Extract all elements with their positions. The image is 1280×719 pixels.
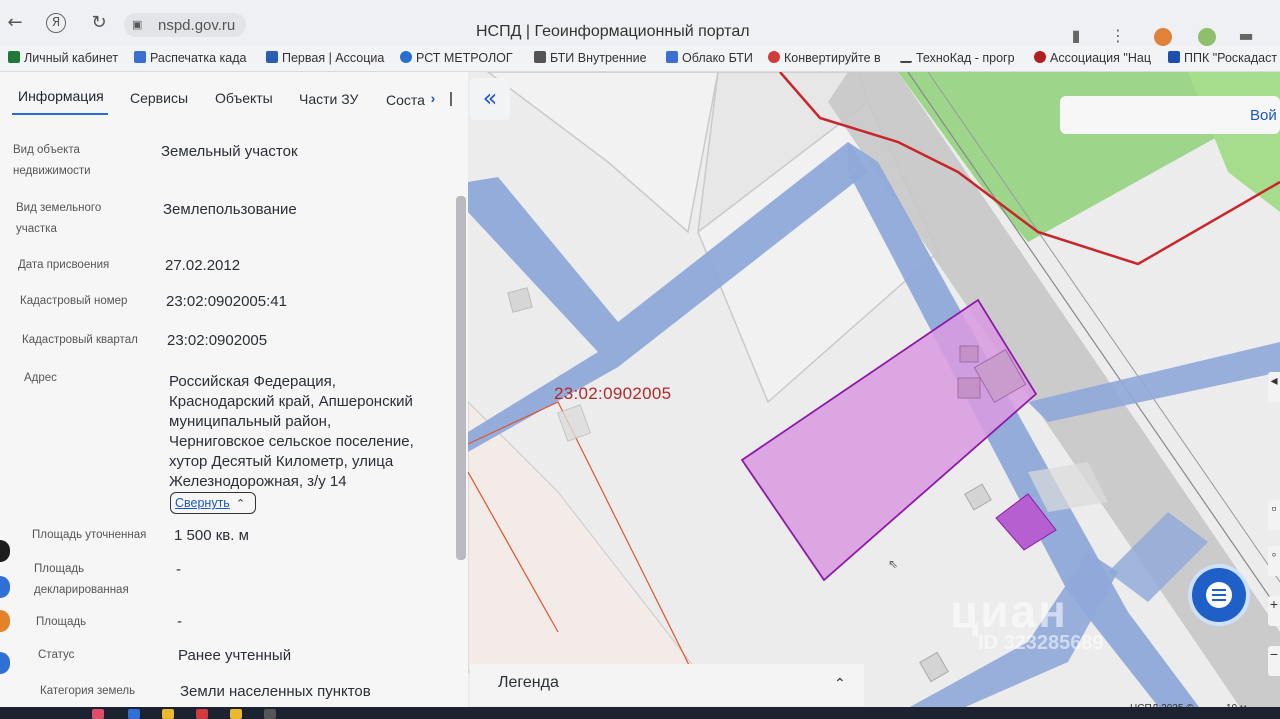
zoom-in-icon[interactable]: +: [1268, 596, 1280, 626]
bookmark-label: Ассоциация "Нац: [1050, 51, 1151, 65]
bookmark-label: Конвертируйте в: [784, 51, 881, 65]
map-side-tool-icon[interactable]: ▫: [1268, 500, 1280, 530]
bookmark-favicon-icon: [400, 51, 412, 63]
tab-parts[interactable]: Части ЗУ: [299, 91, 358, 107]
value-cadastral-quarter[interactable]: 23:02:0902005: [167, 331, 267, 351]
value-land-type: Землепользование: [163, 201, 297, 218]
bookmark-favicon-icon: [266, 51, 278, 63]
value-address: Российская Федерация, Краснодарский край…: [169, 373, 414, 490]
label-cadastral-number: Кадастровый номер: [20, 295, 128, 307]
bookmark-item[interactable]: ППК "Роскадаст: [1168, 51, 1280, 65]
legend-label[interactable]: Легенда: [498, 674, 559, 692]
label-address: Адрес: [24, 372, 57, 384]
value-area-precise: 1 500 кв. м: [174, 527, 249, 544]
bookmark-item[interactable]: Распечатка када: [134, 51, 252, 65]
value-area: -: [177, 613, 182, 630]
taskbar-app-icon[interactable]: [196, 709, 208, 719]
active-tab-indicator: [12, 113, 108, 115]
bookmark-favicon-icon: [8, 51, 20, 63]
collapse-label: Свернуть: [175, 496, 230, 510]
legend-expand-icon[interactable]: ⌃: [834, 676, 846, 692]
bookmark-favicon-icon: [900, 56, 912, 63]
bookmark-item[interactable]: РСТ МЕТРОЛОГ: [400, 51, 516, 65]
value-assign-date: 27.02.2012: [165, 257, 241, 274]
bookmark-label: Облако БТИ: [682, 51, 753, 65]
label-land-category: Категория земель: [40, 685, 136, 697]
bookmark-favicon-icon: [666, 51, 678, 63]
bookmark-icon[interactable]: ▮: [1066, 26, 1086, 46]
value-cadastral-number[interactable]: 23:02:0902005:41: [166, 292, 287, 312]
tab-objects[interactable]: Объекты: [215, 90, 273, 106]
yandex-icon[interactable]: Я: [46, 13, 66, 33]
extension-icon[interactable]: [1154, 28, 1172, 46]
label-area-precise: Площадь уточненная: [32, 529, 147, 541]
label-object-type: Вид объекта недвижимости: [13, 144, 91, 177]
bookmark-favicon-icon: [1034, 51, 1046, 63]
tabs-scroll-right-icon[interactable]: ›: [424, 90, 442, 110]
bookmark-item[interactable]: Облако БТИ: [666, 51, 758, 65]
bookmark-label: Первая | Ассоциа: [282, 51, 385, 65]
bookmark-label: ТехноКад - прогр: [916, 51, 1015, 65]
taskbar-app-icon[interactable]: [128, 709, 140, 719]
chevron-up-icon: ⌃: [235, 497, 246, 510]
zoom-out-icon[interactable]: −: [1268, 646, 1280, 676]
chat-lines-icon: [1212, 589, 1226, 604]
login-link[interactable]: Вой: [1250, 107, 1277, 124]
label-cadastral-quarter: Кадастровый квартал: [22, 334, 138, 346]
tab-composition[interactable]: Соста: [386, 92, 425, 108]
page-title: НСПД | Геоинформационный портал: [476, 23, 750, 40]
tab-services[interactable]: Сервисы: [130, 90, 188, 106]
bookmark-label: РСТ МЕТРОЛОГ: [416, 51, 513, 65]
bookmark-item[interactable]: Первая | Ассоциа: [266, 51, 386, 65]
taskbar-app-icon[interactable]: [264, 709, 276, 719]
label-land-type: Вид земельного участка: [16, 202, 102, 235]
label-assign-date: Дата присвоения: [18, 259, 110, 271]
bookmark-item[interactable]: Конвертируйте в: [768, 51, 886, 65]
collapse-panel-button[interactable]: «: [470, 78, 510, 120]
value-object-type: Земельный участок: [161, 143, 298, 160]
tab-separator: [450, 92, 452, 106]
value-status: Ранее учтенный: [178, 647, 292, 664]
watermark-text: циан: [950, 585, 1068, 637]
taskbar-app-icon[interactable]: [230, 709, 242, 719]
back-arrow-icon[interactable]: ←: [4, 12, 26, 34]
label-area: Площадь: [36, 616, 87, 628]
url-text[interactable]: nspd.gov.ru: [158, 17, 235, 34]
panel-scrollbar[interactable]: [456, 196, 466, 560]
bookmark-label: Распечатка када: [150, 51, 247, 65]
bookmark-favicon-icon: [134, 51, 146, 63]
taskbar-app-icon[interactable]: [162, 709, 174, 719]
value-land-category: Земли населенных пунктов: [180, 683, 371, 700]
bookmark-favicon-icon: [1168, 51, 1180, 63]
taskbar-app-icon[interactable]: [92, 709, 104, 719]
downloads-icon[interactable]: ▬: [1236, 26, 1256, 46]
more-menu-icon[interactable]: ⋮: [1108, 26, 1128, 46]
bookmark-item[interactable]: Ассоциация "Нац: [1034, 51, 1152, 65]
lock-icon: ▣: [132, 19, 143, 31]
reload-icon[interactable]: ↻: [88, 12, 110, 34]
bookmark-label: Личный кабинет: [24, 51, 119, 65]
tab-info[interactable]: Информация: [18, 88, 104, 104]
taskbar: [0, 707, 1280, 719]
watermark-id: ID 323285689: [978, 632, 1104, 654]
bookmark-favicon-icon: [534, 51, 546, 63]
bookmark-label: ППК "Роскадаст: [1184, 51, 1278, 65]
map-side-arrow-icon[interactable]: ◂: [1268, 372, 1280, 402]
bookmark-item[interactable]: БТИ Внутренние: [534, 51, 652, 65]
map-search-tool-icon[interactable]: ◦: [1268, 546, 1280, 576]
value-area-declared: -: [176, 561, 181, 578]
label-area-declared: Площадь декларированная: [34, 563, 129, 596]
bookmark-item[interactable]: ТехноКад - прогр: [900, 51, 1018, 65]
collapse-address-button[interactable]: Свернуть ⌃: [170, 492, 256, 514]
bookmark-label: БТИ Внутренние: [550, 51, 647, 65]
bookmark-favicon-icon: [768, 51, 780, 63]
map-search-panel[interactable]: [1060, 96, 1280, 134]
profile-icon[interactable]: [1198, 28, 1216, 46]
mouse-cursor-icon: ⇖: [888, 557, 899, 571]
label-status: Статус: [38, 649, 75, 661]
cadastral-quarter-label: 23:02:0902005: [554, 384, 672, 403]
bookmark-item[interactable]: Личный кабинет: [8, 51, 124, 65]
